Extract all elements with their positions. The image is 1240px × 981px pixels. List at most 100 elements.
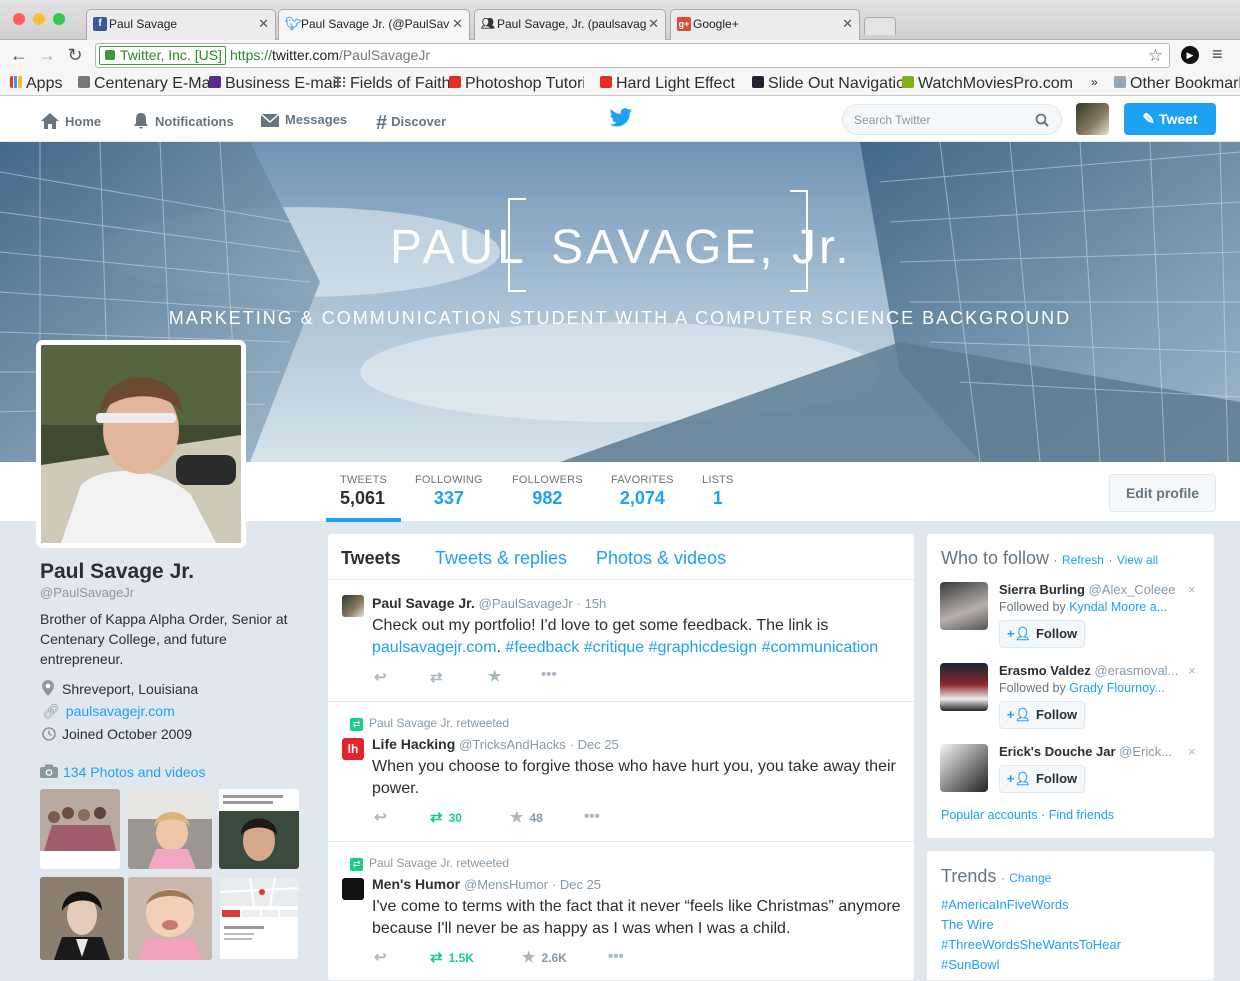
browser-tab-facebook[interactable]: f Paul Savage ✕ — [86, 9, 276, 40]
dismiss-suggestion-icon[interactable]: × — [1188, 663, 1196, 678]
follow-button[interactable]: +👤︎ Follow — [999, 701, 1085, 729]
tweet-item[interactable]: ⇄ Paul Savage Jr. retweeted Men's Humor @… — [328, 841, 914, 981]
suggested-user-name[interactable]: Erasmo Valdez @erasmoval... — [999, 663, 1184, 678]
profile-website[interactable]: 🔗︎ paulsavagejr.com — [42, 703, 175, 720]
profile-handle[interactable]: @PaulSavageJr — [40, 585, 134, 600]
nav-home[interactable]: Home — [40, 112, 101, 130]
other-bookmarks-folder[interactable]: Other Bookmarks — [1114, 75, 1240, 93]
close-tab-icon[interactable]: ✕ — [648, 16, 659, 32]
search-input[interactable]: Search Twitter — [842, 104, 1062, 135]
reload-icon[interactable]: ↻ — [64, 44, 86, 66]
change-trends-link[interactable]: Change — [1009, 871, 1051, 885]
close-tab-icon[interactable]: ✕ — [842, 16, 853, 32]
trend-item[interactable]: #AmericaInFiveWords — [941, 897, 1069, 912]
reply-icon[interactable]: ↩ — [374, 808, 387, 826]
dismiss-suggestion-icon[interactable]: × — [1188, 582, 1196, 597]
life-hacking-avatar[interactable]: lh — [342, 738, 364, 760]
media-thumbnail[interactable] — [40, 877, 124, 960]
bookmark-photoshop-tutorial[interactable]: Photoshop Tutorial: — [449, 75, 584, 93]
trend-item[interactable]: #ThreeWordsSheWantsToHear — [941, 937, 1121, 952]
account-avatar[interactable] — [1076, 103, 1109, 135]
find-friends-link[interactable]: Find friends — [1049, 808, 1114, 822]
back-arrow-icon[interactable]: ← — [8, 44, 30, 66]
dismiss-suggestion-icon[interactable]: × — [1188, 744, 1196, 759]
search-icon[interactable] — [1035, 113, 1049, 127]
popular-accounts-link[interactable]: Popular accounts — [941, 808, 1038, 822]
nav-discover[interactable]: # Discover — [376, 112, 446, 135]
media-thumbnail[interactable] — [128, 789, 212, 869]
window-zoom-button[interactable] — [53, 13, 65, 25]
tab-photos-and-videos[interactable]: Photos & videos — [596, 548, 726, 569]
media-thumbnail[interactable] — [128, 877, 212, 960]
browser-tab-twitter[interactable]: 🐦︎ Paul Savage Jr. (@PaulSav ✕ — [278, 9, 470, 40]
tweet-author[interactable]: Paul Savage Jr. @PaulSavageJr · 15h — [372, 595, 606, 611]
tweet-link[interactable]: paulsavagejr.com — [372, 639, 497, 656]
retweet-count[interactable]: ⇄ 1.5K — [430, 948, 474, 966]
window-minimize-button[interactable] — [33, 13, 45, 25]
tweet-author-avatar[interactable] — [342, 595, 364, 617]
stat-following[interactable]: Following 337 — [415, 474, 483, 509]
reply-icon[interactable]: ↩ — [374, 948, 387, 966]
new-tab-button[interactable] — [864, 17, 896, 35]
nav-messages[interactable]: Messages — [260, 112, 347, 128]
more-options-icon[interactable]: ••• — [608, 948, 624, 965]
close-tab-icon[interactable]: ✕ — [452, 16, 463, 32]
suggested-user-name[interactable]: Erick's Douche Jar @Erick... — [999, 744, 1184, 759]
favorite-count[interactable]: ★ 48 — [510, 808, 543, 826]
suggested-user-avatar[interactable] — [940, 582, 988, 630]
retweet-count[interactable]: ⇄ 30 — [430, 808, 462, 826]
compose-tweet-button[interactable]: ✎ Tweet — [1124, 103, 1216, 135]
twitter-bird-logo-icon[interactable] — [609, 108, 633, 133]
tab-tweets-and-replies[interactable]: Tweets & replies — [435, 548, 567, 569]
edit-profile-button[interactable]: Edit profile — [1109, 474, 1216, 512]
mens-humor-avatar[interactable] — [342, 878, 364, 900]
refresh-link[interactable]: Refresh — [1062, 553, 1104, 567]
bookmark-slide-out-navigation[interactable]: Slide Out Navigation — [752, 75, 914, 93]
follow-button[interactable]: +👤︎ Follow — [999, 620, 1085, 648]
tab-tweets[interactable]: Tweets — [341, 548, 401, 569]
media-thumbnail[interactable] — [40, 789, 120, 869]
nav-notifications[interactable]: Notifications — [132, 112, 234, 130]
view-all-link[interactable]: View all — [1117, 553, 1158, 567]
stat-tweets[interactable]: Tweets 5,061 — [340, 474, 387, 509]
suggested-user-avatar[interactable] — [940, 663, 988, 711]
tweet-author[interactable]: Men's Humor @MensHumor · Dec 25 — [372, 876, 601, 892]
menu-icon[interactable]: ≡ — [1212, 44, 1223, 65]
tweet-item[interactable]: ⇄ Paul Savage Jr. retweeted lh Life Hacki… — [328, 701, 914, 841]
suggested-user-name[interactable]: Sierra Burling @Alex_Coleee — [999, 582, 1184, 597]
bookmark-fields-of-faith[interactable]: Fields of Faith — [334, 75, 450, 93]
favorite-star-icon[interactable]: ★ — [488, 667, 501, 685]
media-thumbnail[interactable] — [219, 877, 299, 960]
photos-and-videos-link[interactable]: 134 Photos and videos — [40, 764, 205, 780]
profile-avatar[interactable] — [36, 340, 246, 548]
ev-certificate-badge[interactable]: Twitter, Inc. [US] — [99, 46, 226, 65]
bookmark-star-icon[interactable]: ☆ — [1148, 44, 1163, 67]
stat-favorites[interactable]: Favorites 2,074 — [611, 474, 674, 509]
more-bookmarks-chevron[interactable]: » — [1091, 75, 1098, 89]
tweet-hashtags[interactable]: #feedback #critique #graphicdesign #comm… — [505, 639, 878, 656]
reply-icon[interactable]: ↩ — [374, 668, 387, 686]
browser-tab-linkedin[interactable]: 👥︎ Paul Savage, Jr. (paulsavag ✕ — [474, 9, 666, 40]
trend-item[interactable]: The Wire — [941, 917, 994, 932]
trend-item[interactable]: #SunBowl — [941, 957, 1000, 972]
retweet-icon[interactable]: ⇄ — [430, 668, 443, 686]
tweet-author[interactable]: Life Hacking @TricksAndHacks · Dec 25 — [372, 736, 619, 752]
close-tab-icon[interactable]: ✕ — [258, 16, 269, 32]
bookmark-business-email[interactable]: Business E-mail — [209, 75, 340, 93]
media-extension-icon[interactable]: ▶ — [1181, 46, 1199, 64]
stat-followers[interactable]: Followers 982 — [512, 474, 583, 509]
follow-button[interactable]: +👤︎ Follow — [999, 765, 1085, 793]
browser-tab-google-plus[interactable]: g+ Google+ ✕ — [670, 9, 860, 40]
forward-arrow-icon[interactable]: → — [36, 44, 58, 66]
bookmark-centenary-email[interactable]: Centenary E-Mail — [78, 75, 218, 93]
tweet-item[interactable]: Paul Savage Jr. @PaulSavageJr · 15h Chec… — [328, 579, 914, 701]
media-thumbnail[interactable] — [219, 789, 299, 869]
bookmark-watchmoviespro[interactable]: WatchMoviesPro.com — [902, 75, 1073, 93]
bookmark-apps[interactable]: Apps — [10, 75, 62, 93]
bookmark-hard-light-effects[interactable]: Hard Light Effects in — [600, 75, 735, 93]
stat-lists[interactable]: Lists 1 — [702, 474, 734, 509]
address-bar[interactable]: Twitter, Inc. [US] https://twitter.com/P… — [95, 43, 1170, 68]
window-close-button[interactable] — [13, 13, 25, 25]
more-options-icon[interactable]: ••• — [541, 666, 557, 683]
suggested-user-avatar[interactable] — [940, 744, 988, 792]
